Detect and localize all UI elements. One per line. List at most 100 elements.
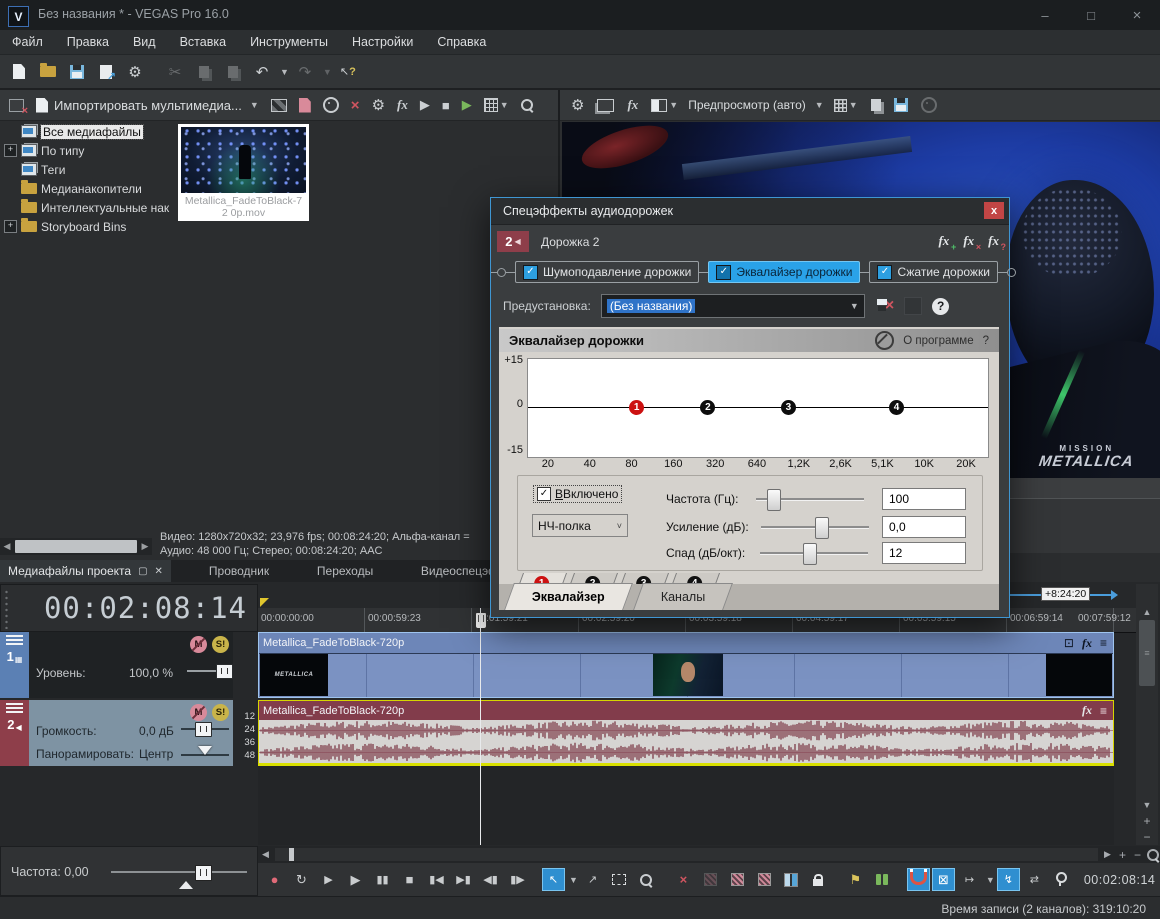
tab-channels[interactable]: Каналы bbox=[632, 583, 734, 610]
solo-button[interactable]: S! bbox=[212, 636, 229, 653]
views-dropdown-icon[interactable]: ▼ bbox=[500, 100, 509, 110]
timeline-horizontal-scrollbar[interactable]: ◀ ▶ + − bbox=[258, 846, 1160, 863]
zoom-out-time-icon[interactable]: − bbox=[1130, 846, 1145, 863]
lock-event-button[interactable] bbox=[806, 868, 831, 891]
scrollbar-thumb[interactable] bbox=[15, 540, 137, 553]
scroll-left-icon[interactable]: ◀ bbox=[0, 538, 14, 555]
loop-playback-button[interactable]: ↻ bbox=[289, 868, 314, 891]
paste-marker-button[interactable] bbox=[1049, 868, 1074, 891]
video-track-header[interactable]: 1 ▦ M S! Уровень: 100,0 % bbox=[0, 632, 258, 698]
mute-button[interactable]: M bbox=[190, 636, 207, 653]
menu-view[interactable]: Вид bbox=[121, 31, 168, 53]
split-dropdown-icon[interactable]: ▼ bbox=[669, 100, 678, 110]
new-project-button[interactable] bbox=[6, 59, 32, 85]
snapping-button[interactable] bbox=[906, 868, 930, 891]
eq-band-3-handle[interactable]: 3 bbox=[780, 400, 796, 415]
rolloff-slider[interactable] bbox=[759, 543, 868, 565]
media-clip-card[interactable]: Metallica_FadeToBlack-72 0p.mov bbox=[178, 124, 309, 221]
media-properties-button[interactable]: ⚙ bbox=[369, 93, 388, 117]
properties-button[interactable]: ⚙ bbox=[122, 59, 148, 85]
checkbox-checked-icon[interactable]: ✓ bbox=[877, 264, 893, 280]
scroll-left-icon[interactable]: ◀ bbox=[258, 846, 273, 863]
event-fx-icon[interactable]: fx bbox=[1082, 636, 1092, 651]
video-track-tab[interactable]: 1 ▦ bbox=[0, 632, 29, 698]
eq-band-4-handle[interactable]: 4 bbox=[889, 400, 904, 415]
video-output-fx-button[interactable]: fx bbox=[624, 93, 641, 117]
ripple-edits-button[interactable]: ↦ bbox=[957, 868, 982, 891]
scroll-right-icon[interactable]: ▶ bbox=[1100, 846, 1115, 863]
event-fx-icon[interactable]: fx bbox=[1082, 703, 1092, 718]
rate-slider[interactable] bbox=[111, 865, 247, 881]
close-window-icon[interactable]: ✕ bbox=[155, 566, 163, 577]
menu-file[interactable]: Файл bbox=[0, 31, 55, 53]
undo-button[interactable]: ↶ bbox=[249, 59, 275, 85]
expander-icon[interactable]: + bbox=[4, 144, 17, 157]
play-from-start-button[interactable]: ▶ bbox=[316, 868, 341, 891]
import-dropdown-icon[interactable]: ▼ bbox=[250, 100, 259, 110]
timecode-display[interactable]: 00:02:08:14 bbox=[0, 584, 258, 632]
envelope-tool-button[interactable]: ↗ bbox=[580, 868, 605, 891]
gain-slider[interactable] bbox=[761, 517, 870, 539]
copy-snapshot-button[interactable] bbox=[868, 93, 884, 117]
selection-tool-button[interactable] bbox=[607, 868, 632, 891]
publish-button[interactable] bbox=[93, 59, 119, 85]
filter-type-dropdown[interactable]: НЧ-полка ˅ bbox=[532, 514, 628, 537]
timeline-empty-area[interactable] bbox=[258, 766, 1114, 845]
tree-item-media-drives[interactable]: +Медианакопители bbox=[0, 179, 176, 198]
media-horizontal-scrollbar[interactable]: ◀ ▶ bbox=[0, 538, 152, 555]
menu-help[interactable]: Справка bbox=[425, 31, 498, 53]
transport-timecode[interactable]: 00:02:08:14 bbox=[1084, 873, 1156, 887]
scroll-up-icon[interactable]: ▲ bbox=[1136, 604, 1158, 620]
ignore-grouping-button[interactable]: ⇄ bbox=[1022, 868, 1047, 891]
rolloff-value[interactable]: 12 bbox=[881, 542, 966, 564]
whats-this-button[interactable]: ↖? bbox=[335, 59, 361, 85]
track-menu-icon[interactable] bbox=[6, 703, 23, 714]
views-button[interactable]: ▼ bbox=[481, 93, 512, 117]
maximize-button[interactable]: □ bbox=[1068, 0, 1114, 30]
close-media-bin-button[interactable] bbox=[6, 93, 28, 117]
track-list-empty-area[interactable] bbox=[0, 766, 258, 845]
quality-dropdown-icon[interactable]: ▼ bbox=[815, 100, 824, 110]
checkbox-checked-icon[interactable]: ✓ bbox=[523, 264, 538, 280]
go-to-end-button[interactable]: ▶▮ bbox=[451, 868, 476, 891]
trim-end-button[interactable] bbox=[752, 868, 777, 891]
menu-options[interactable]: Настройки bbox=[340, 31, 425, 53]
event-menu-icon[interactable]: ≡ bbox=[1100, 704, 1107, 718]
eq-response-graph[interactable]: 1 2 3 4 bbox=[527, 358, 989, 458]
tree-item-storyboard-bins[interactable]: + Storyboard Bins bbox=[0, 217, 176, 236]
rate-center-marker[interactable] bbox=[179, 881, 193, 889]
split-screen-button[interactable]: ▼ bbox=[648, 93, 681, 117]
bypass-icon[interactable] bbox=[875, 331, 895, 350]
insert-region-button[interactable] bbox=[870, 868, 895, 891]
video-event[interactable]: Metallica_FadeToBlack-720p ⊡ fx ≡ METALL… bbox=[258, 632, 1114, 698]
insert-marker-button[interactable]: ⚑ bbox=[843, 868, 868, 891]
menu-tools[interactable]: Инструменты bbox=[238, 31, 340, 53]
minimize-button[interactable]: – bbox=[1022, 0, 1068, 30]
scrollbar-thumb[interactable]: ≡ bbox=[1139, 620, 1155, 686]
frequency-slider[interactable] bbox=[756, 489, 865, 511]
pause-button[interactable]: ▮▮ bbox=[370, 868, 395, 891]
event-menu-icon[interactable]: ≡ bbox=[1100, 636, 1107, 650]
dialog-close-button[interactable]: x bbox=[984, 202, 1004, 219]
plugin-help-link[interactable]: ? bbox=[983, 335, 989, 347]
preset-combobox[interactable]: (Без названия) ▼ bbox=[600, 294, 865, 318]
checkbox-checked-icon[interactable]: ✓ bbox=[716, 264, 732, 280]
tool-dropdown-icon[interactable]: ▼ bbox=[569, 875, 578, 885]
fx-automation-button[interactable]: fx? bbox=[988, 233, 1006, 252]
stop-button[interactable]: ■ bbox=[397, 868, 422, 891]
device-preview-button[interactable] bbox=[268, 93, 290, 117]
chain-noise-gate[interactable]: ✓ Шумоподавление дорожки bbox=[515, 261, 700, 283]
audio-event[interactable]: Metallica_FadeToBlack-720p fx ≡ bbox=[258, 700, 1114, 766]
preview-quality-label[interactable]: Предпросмотр (авто) bbox=[688, 98, 806, 112]
previous-frame-button[interactable]: ◀▮ bbox=[478, 868, 503, 891]
tab-explorer[interactable]: Проводник bbox=[201, 564, 297, 578]
zoom-in-time-icon[interactable]: + bbox=[1115, 846, 1130, 863]
tree-item-all-media[interactable]: +Все медиафайлы bbox=[0, 122, 176, 141]
track-menu-icon[interactable] bbox=[6, 635, 23, 646]
preview-play-button[interactable]: ▶ bbox=[417, 93, 433, 117]
import-media-button[interactable]: Импортировать мультимедиа... ▼ bbox=[33, 93, 262, 117]
go-to-start-button[interactable]: ▮◀ bbox=[424, 868, 449, 891]
tab-equalizer[interactable]: Эквалайзер bbox=[504, 583, 633, 610]
event-crop-icon[interactable]: ⊡ bbox=[1064, 636, 1074, 650]
import-file-button[interactable] bbox=[296, 93, 314, 117]
